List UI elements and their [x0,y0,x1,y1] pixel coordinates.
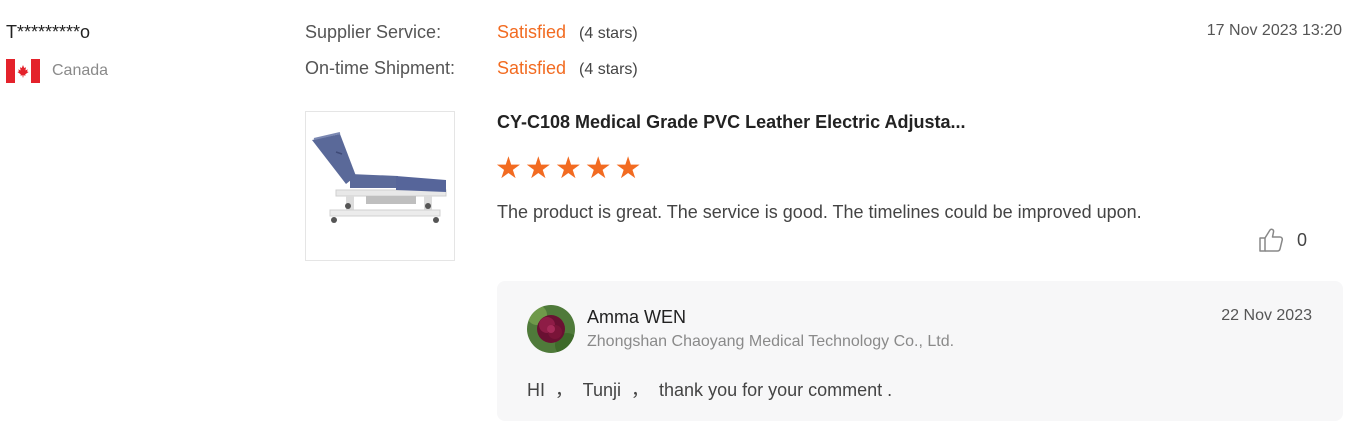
rating-stars-text: (4 stars) [579,61,638,78]
reviewer-name: T*********o [6,22,91,42]
canada-flag-icon [6,59,40,83]
on-time-shipment-rating: On-time Shipment: Satisfied (4 stars) [305,58,638,79]
like-button[interactable]: 0 [1257,226,1307,254]
reviewer-country: Canada [6,59,108,83]
star-icon: ★ [524,152,552,185]
product-thumbnail[interactable] [305,111,455,261]
reply-company-name: Zhongshan Chaoyang Medical Technology Co… [587,333,955,350]
star-icon: ★ [584,152,612,185]
supplier-service-rating: Supplier Service: Satisfied (4 stars) [305,22,638,43]
star-icon: ★ [495,152,522,185]
star-icon: ★ [614,152,642,185]
like-count: 0 [1297,229,1308,250]
product-title[interactable]: CY-C108 Medical Grade PVC Leather Electr… [497,112,966,133]
rating-value: Satisfied [497,22,567,42]
star-icon: ★ [554,152,582,185]
star-rating: ★ ★ ★ ★ ★ [495,154,642,184]
medical-table-image [312,132,447,223]
country-name: Canada [52,62,109,79]
rating-value: Satisfied [497,58,567,78]
supplier-reply: Amma WEN Zhongshan Chaoyang Medical Tech… [497,281,1343,421]
review-date: 17 Nov 2023 13:20 [1206,22,1342,39]
rating-label: Supplier Service: [305,22,442,42]
rating-stars-text: (4 stars) [579,25,638,42]
thumbs-up-icon [1259,228,1284,252]
reply-author-name: Amma WEN [587,307,686,327]
reply-text: HI ， Tunji ， thank you for your comment … [527,380,893,400]
rating-label: On-time Shipment: [305,58,456,78]
reply-date: 22 Nov 2023 [1221,307,1312,324]
review-text: The product is great. The service is goo… [497,202,1142,222]
avatar [527,305,575,353]
